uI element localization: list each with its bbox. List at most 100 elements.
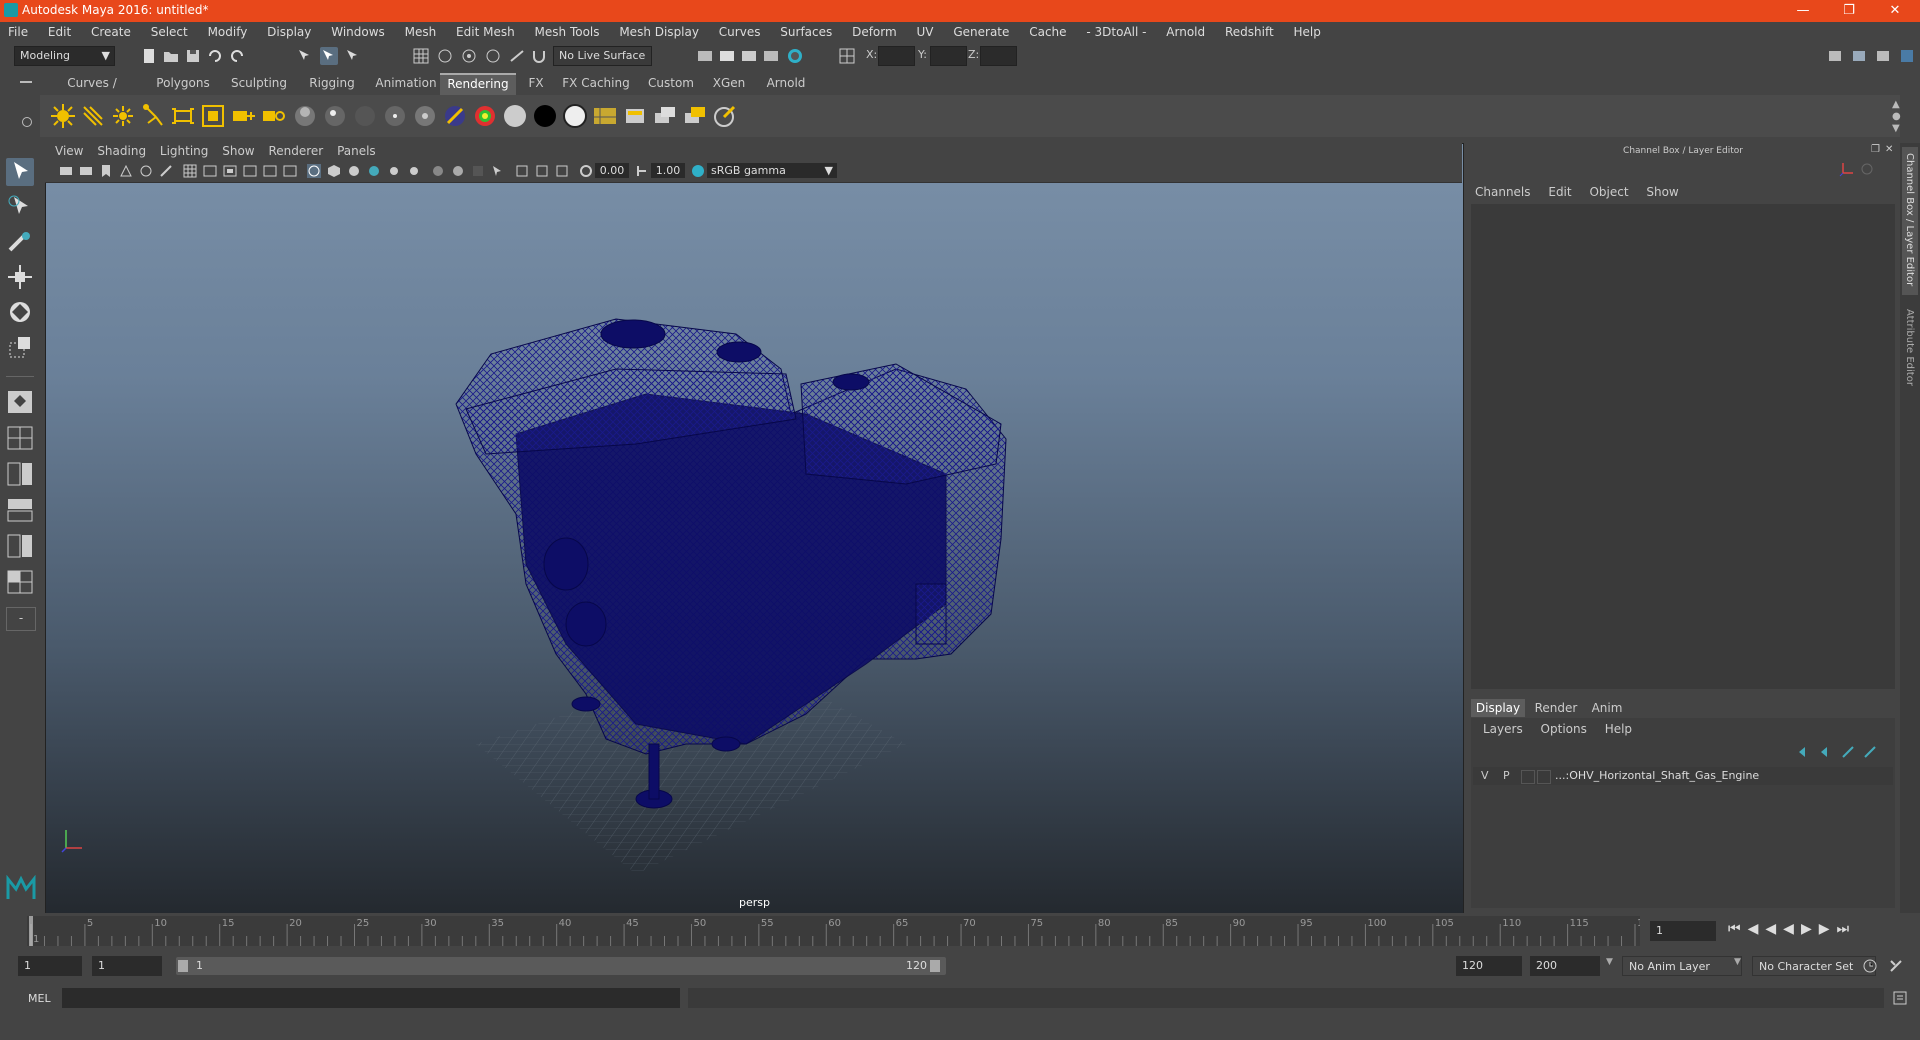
gamma-field[interactable]: 1.00	[651, 163, 685, 178]
layer-name[interactable]: ...:OHV_Horizontal_Shaft_Gas_Engine	[1555, 767, 1759, 785]
color-management-icon[interactable]	[691, 164, 705, 178]
animation-end-field[interactable]: 200	[1530, 956, 1600, 976]
menu-edit[interactable]: Edit	[40, 22, 79, 43]
camera-aim-icon[interactable]	[230, 103, 256, 129]
modeling-toolkit-icon[interactable]	[1826, 47, 1844, 65]
safe-action-icon[interactable]	[283, 164, 297, 178]
white-sphere-icon[interactable]	[502, 103, 528, 129]
layer-row[interactable]: V P ...:OHV_Horizontal_Shaft_Gas_Engine	[1473, 767, 1893, 785]
xray-icon[interactable]	[515, 164, 529, 178]
auto-key-icon[interactable]	[1862, 958, 1878, 974]
render-sequence-icon[interactable]	[622, 103, 648, 129]
rotate-tool-icon[interactable]	[6, 298, 34, 326]
lambert-sphere-icon[interactable]	[292, 103, 318, 129]
render-view-icon[interactable]	[696, 47, 714, 65]
single-pane-layout-icon[interactable]	[6, 389, 34, 415]
persp-outliner-layout-icon[interactable]	[6, 497, 34, 523]
field-chart-icon[interactable]	[263, 164, 277, 178]
menu-select[interactable]: Select	[143, 22, 196, 43]
film-gate-icon[interactable]	[203, 164, 217, 178]
image-plane-icon[interactable]	[119, 164, 133, 178]
step-back-key-icon[interactable]: ◀	[1748, 921, 1766, 937]
shelf-scroll-arrows[interactable]: ▲ ● ▼	[1892, 99, 1901, 135]
phong-e-sphere-icon[interactable]	[382, 103, 408, 129]
snap-view-plane-icon[interactable]	[484, 47, 502, 65]
restore-icon[interactable]: ❐	[1826, 0, 1872, 22]
menu-windows[interactable]: Windows	[323, 22, 393, 43]
new-scene-icon[interactable]	[140, 47, 158, 65]
tab-render[interactable]: Render	[1529, 699, 1583, 717]
batch-render-icon[interactable]	[652, 103, 678, 129]
smooth-shade-icon[interactable]	[327, 164, 341, 178]
tab-anim[interactable]: Anim	[1585, 699, 1629, 717]
menu-redshift[interactable]: Redshift	[1217, 22, 1282, 43]
ramp-sphere-icon[interactable]	[442, 103, 468, 129]
magnet-icon[interactable]	[530, 47, 548, 65]
select-object-icon[interactable]	[320, 47, 338, 65]
area-light-icon[interactable]	[170, 103, 196, 129]
axis-toggle-icon[interactable]	[1839, 161, 1855, 177]
anti-aliasing-icon[interactable]	[471, 164, 485, 178]
viewport-menu-show[interactable]: Show	[222, 143, 254, 160]
object-menu[interactable]: Object	[1589, 185, 1628, 199]
go-to-end-icon[interactable]: ⏭	[1837, 921, 1857, 937]
bookmark-icon[interactable]	[99, 164, 113, 178]
directional-light-icon[interactable]	[80, 103, 106, 129]
live-surface-field[interactable]: No Live Surface	[553, 46, 652, 66]
chevron-down-icon[interactable]: ▼	[1734, 957, 1741, 967]
animation-preferences-icon[interactable]	[1888, 958, 1904, 974]
tool-settings-icon[interactable]	[1874, 47, 1892, 65]
tab-fx[interactable]: FX	[520, 73, 552, 93]
menu-curves[interactable]: Curves	[711, 22, 769, 43]
black-sphere-icon[interactable]	[532, 103, 558, 129]
tab-sculpting[interactable]: Sculpting	[224, 73, 294, 93]
textured-icon[interactable]	[367, 164, 381, 178]
menu-file[interactable]: File	[0, 22, 36, 43]
tab-custom[interactable]: Custom	[640, 73, 702, 93]
redo-icon[interactable]	[228, 47, 246, 65]
menu-generate[interactable]: Generate	[945, 22, 1017, 43]
close-icon[interactable]: ✕	[1872, 0, 1918, 22]
go-to-start-icon[interactable]: ⏮	[1728, 921, 1748, 937]
channel-box-icon[interactable]	[1898, 47, 1916, 65]
menu-modify[interactable]: Modify	[200, 22, 256, 43]
shadows-icon[interactable]	[407, 164, 421, 178]
close-panel-icon[interactable]: ✕	[1885, 144, 1893, 155]
ambient-occlusion-icon[interactable]	[431, 164, 445, 178]
animation-start-field[interactable]: 1	[18, 956, 82, 976]
menu-edit-mesh[interactable]: Edit Mesh	[448, 22, 523, 43]
tab-rigging[interactable]: Rigging	[302, 73, 362, 93]
help-menu[interactable]: Help	[1605, 722, 1632, 736]
attribute-editor-icon[interactable]	[1850, 47, 1868, 65]
layers-menu[interactable]: Layers	[1483, 722, 1523, 736]
current-time-indicator[interactable]	[29, 916, 33, 946]
play-back-icon[interactable]: ◀	[1783, 921, 1801, 937]
grease-pencil-icon[interactable]	[159, 164, 173, 178]
hypershade-icon[interactable]	[786, 47, 804, 65]
tab-xgen[interactable]: XGen	[704, 73, 754, 93]
blinn-sphere-icon[interactable]	[322, 103, 348, 129]
render-settings-icon[interactable]	[762, 47, 780, 65]
script-editor-icon[interactable]	[1892, 990, 1908, 1006]
manipulator-icon[interactable]	[1859, 161, 1875, 177]
xray-joint-icon[interactable]	[555, 164, 569, 178]
side-tab-attribute-editor[interactable]: Attribute Editor	[1902, 303, 1918, 403]
playback-start-field[interactable]: 1	[92, 956, 162, 976]
step-forward-frame-icon[interactable]: ▶	[1819, 921, 1837, 937]
exposure-field[interactable]: 0.00	[595, 163, 629, 178]
x-field[interactable]	[878, 46, 915, 66]
grid-toggle-icon[interactable]	[183, 164, 197, 178]
tab-arnold[interactable]: Arnold	[756, 73, 816, 93]
hypershade-layout-icon[interactable]	[6, 569, 34, 595]
paint-select-tool-icon[interactable]	[6, 228, 34, 256]
character-set-dropdown[interactable]: No Character Set	[1752, 956, 1876, 976]
play-forward-icon[interactable]: ▶	[1801, 921, 1819, 937]
camera-select-icon[interactable]	[59, 164, 73, 178]
menu-mesh-display[interactable]: Mesh Display	[611, 22, 707, 43]
use-background-sphere-icon[interactable]	[562, 103, 588, 129]
timeline-ruler[interactable]: 1 5 10 15 20 25 30 35 40 45 50 55 60 65 70 75 80 85 90 95 10…	[27, 916, 1640, 946]
isolate-select-icon[interactable]	[491, 164, 505, 178]
render-layer-icon[interactable]	[682, 103, 708, 129]
render-image-icon[interactable]	[592, 103, 618, 129]
gate-mask-icon[interactable]	[243, 164, 257, 178]
